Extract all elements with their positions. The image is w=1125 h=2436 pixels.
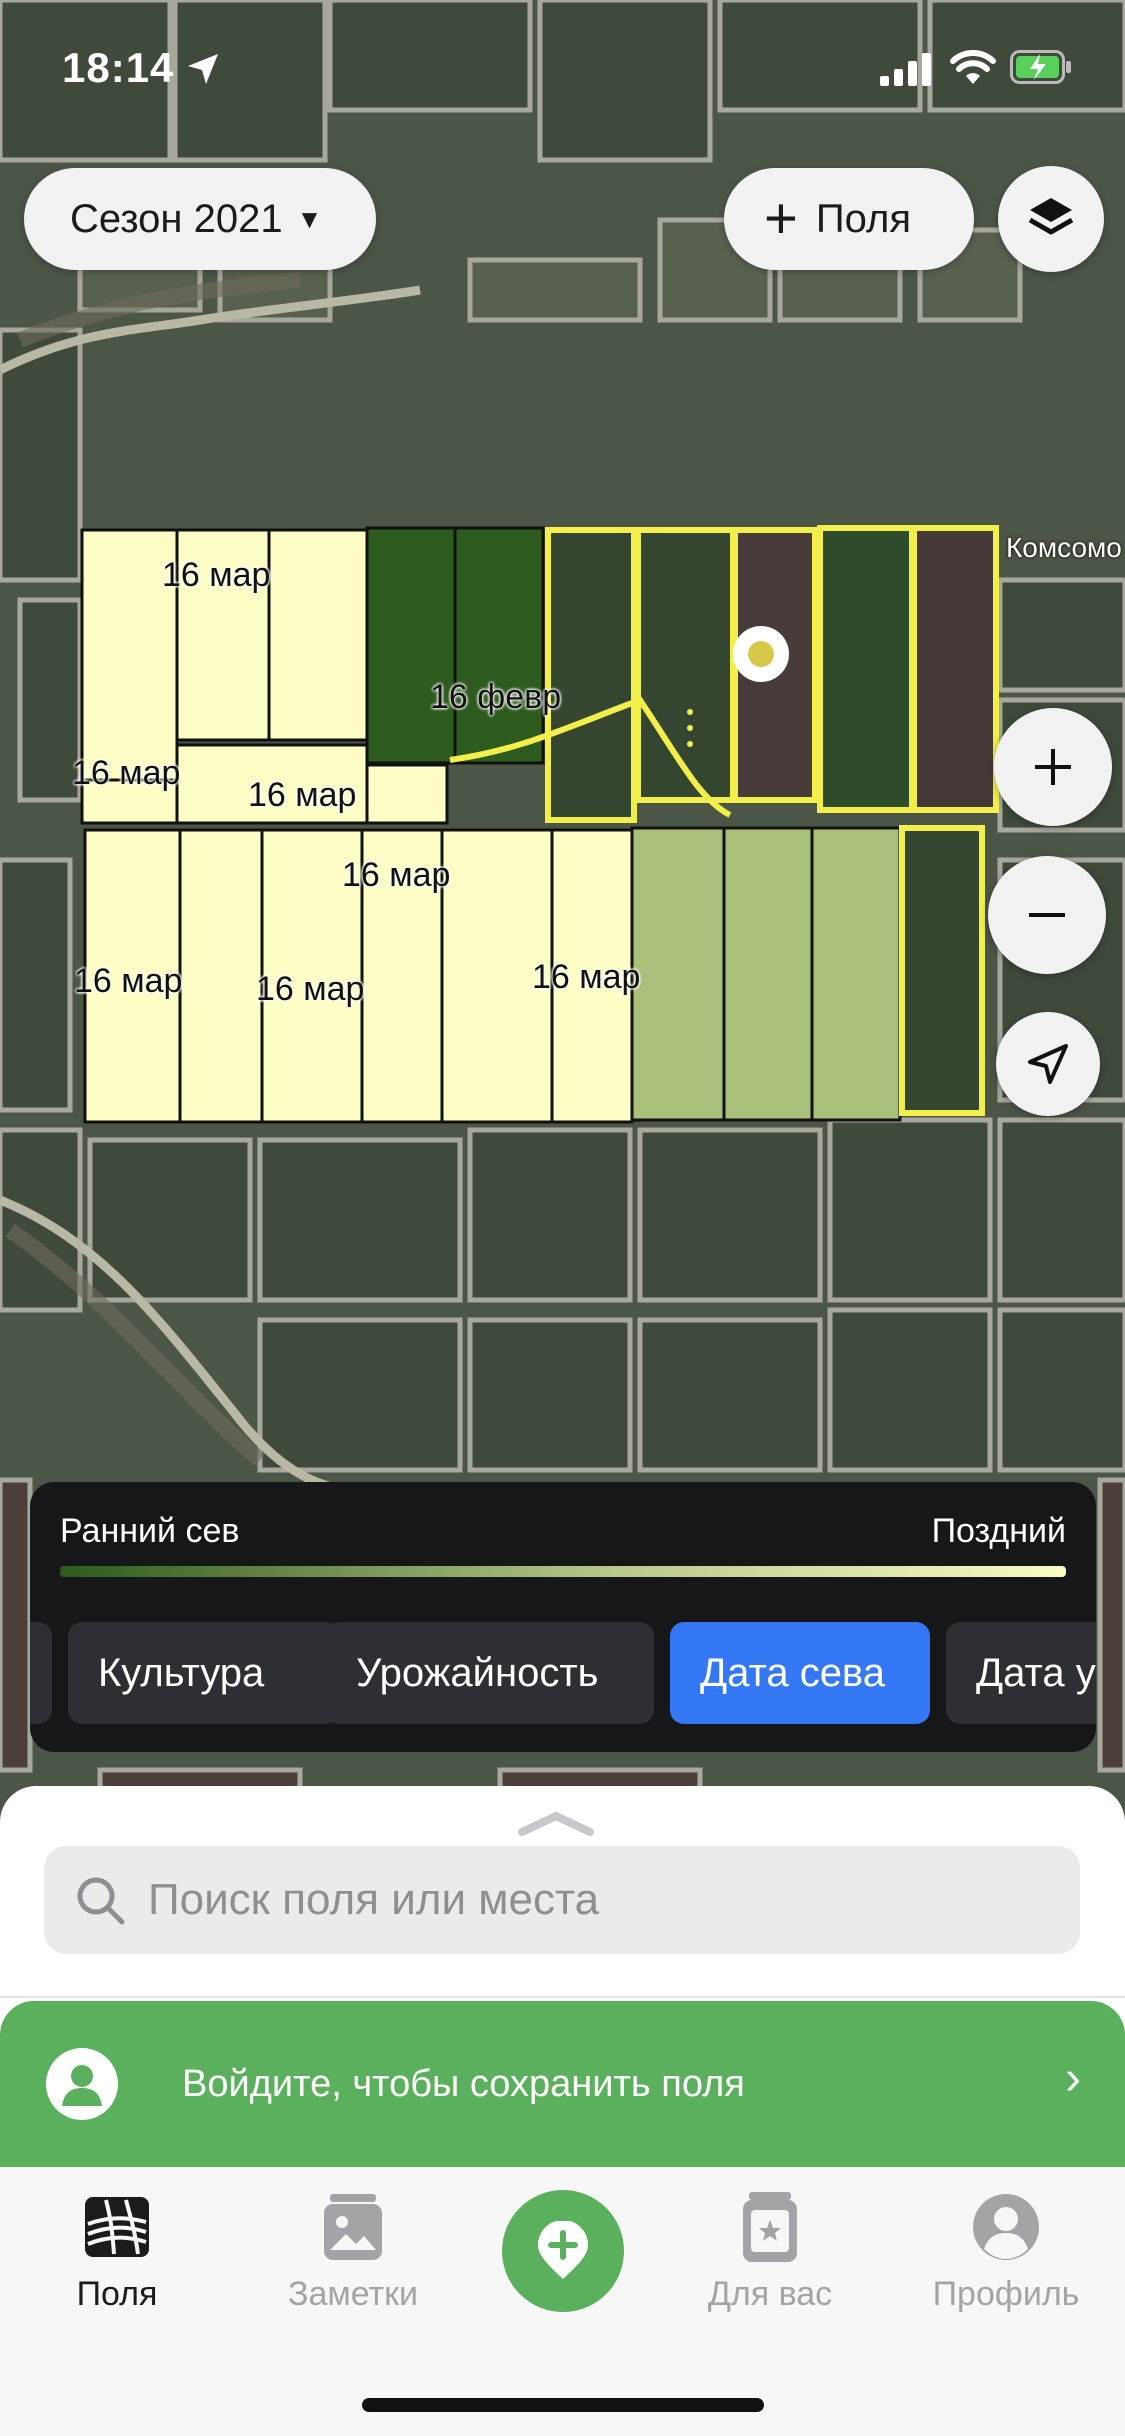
field-label: 16 мар xyxy=(74,962,183,1000)
field-label: 16 мар xyxy=(248,776,357,814)
plus-icon xyxy=(1035,749,1071,785)
tab-for-you-label: Для вас xyxy=(707,2275,833,2313)
legend-gradient-bar xyxy=(60,1566,1066,1577)
field-label: 16 мар xyxy=(532,958,641,996)
location-arrow-icon xyxy=(188,54,218,84)
tab-notes-label: Заметки xyxy=(287,2275,419,2313)
for-you-icon xyxy=(743,2192,797,2262)
add-note-button[interactable] xyxy=(502,2190,624,2312)
my-location-button[interactable] xyxy=(996,1012,1100,1116)
fields-icon xyxy=(85,2197,149,2257)
add-fields-label: Поля xyxy=(815,196,911,241)
navigation-arrow-icon xyxy=(1028,1044,1068,1084)
caret-down-icon: ▼ xyxy=(296,203,323,234)
user-avatar-icon xyxy=(46,2048,118,2120)
layer-chip-crop[interactable]: Культура xyxy=(68,1622,340,1724)
chevron-right-icon: › xyxy=(1065,2052,1081,2105)
status-time: 18:14 xyxy=(62,44,175,91)
zoom-out-button[interactable] xyxy=(988,856,1106,974)
tab-notes[interactable]: Заметки xyxy=(253,2189,453,2314)
layers-icon xyxy=(1028,198,1074,235)
field-label: 16 мар xyxy=(256,970,365,1008)
layer-chip-partial[interactable] xyxy=(30,1622,52,1724)
town-label: Комсомо xyxy=(1006,532,1122,563)
legend-early-label: Ранний сев xyxy=(60,1512,240,1550)
minus-icon xyxy=(1029,913,1065,917)
layer-chip-sowing-date[interactable]: Дата сева xyxy=(670,1622,930,1724)
notes-icon xyxy=(324,2194,382,2260)
tab-fields[interactable]: Поля xyxy=(17,2189,217,2314)
sheet-handle-chevron-icon[interactable] xyxy=(518,1808,594,1838)
tab-bar: Поля Заметки Для вас Профиль xyxy=(0,2167,1125,2436)
season-selector-button[interactable]: Сезон 2021 ▼ xyxy=(24,168,376,270)
layer-chip-yield[interactable]: Урожайность xyxy=(326,1622,654,1724)
add-pin-icon xyxy=(538,2221,588,2279)
login-banner[interactable]: Войдите, чтобы сохранить поля › xyxy=(0,2001,1125,2167)
field-label: 16 мар xyxy=(72,754,181,792)
season-label: Сезон 2021 xyxy=(70,196,283,241)
login-banner-text: Войдите, чтобы сохранить поля xyxy=(182,2062,745,2105)
search-input[interactable]: Поиск поля или места xyxy=(44,1846,1080,1954)
tab-fields-label: Поля xyxy=(76,2275,158,2313)
layer-chips: Культура Урожайность Дата сева Дата у xyxy=(30,1622,1096,1726)
legend-panel: Ранний сев Поздний Культура Урожайность … xyxy=(30,1482,1096,1752)
wifi-icon xyxy=(950,50,996,84)
layer-chip-harvest-date[interactable]: Дата у xyxy=(946,1622,1096,1724)
field-label: 16 февр xyxy=(430,678,562,716)
tab-profile[interactable]: Профиль xyxy=(906,2189,1106,2314)
status-bar: 18:14 xyxy=(0,0,1125,130)
tab-for-you[interactable]: Для вас xyxy=(670,2189,870,2314)
map-layers-button[interactable] xyxy=(998,166,1104,272)
add-fields-button[interactable]: + Поля xyxy=(724,168,974,270)
battery-charging-icon xyxy=(1010,50,1071,84)
field-label: 16 мар xyxy=(162,556,271,594)
profile-icon xyxy=(973,2194,1039,2260)
zoom-in-button[interactable] xyxy=(994,708,1112,826)
field-label: 16 мар xyxy=(342,856,451,894)
plus-icon: + xyxy=(764,186,798,251)
legend-late-label: Поздний xyxy=(931,1512,1066,1550)
cellular-signal-icon xyxy=(880,53,931,86)
home-indicator xyxy=(362,2398,764,2412)
search-icon xyxy=(77,1877,125,1925)
tab-profile-label: Профиль xyxy=(932,2275,1080,2313)
divider xyxy=(0,1996,1125,1998)
search-placeholder: Поиск поля или места xyxy=(148,1875,600,1924)
